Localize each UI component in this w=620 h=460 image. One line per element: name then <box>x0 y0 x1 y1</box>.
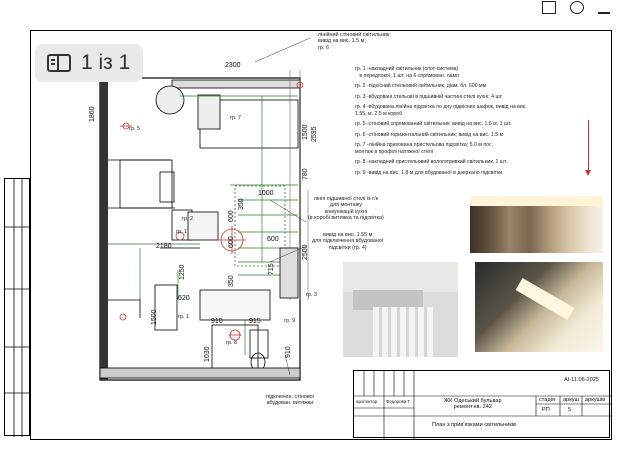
label-group-9: гр. 9 <box>284 318 295 324</box>
sheets-header: аркушів <box>585 397 606 403</box>
photo-curtain-light <box>470 196 603 253</box>
legend-item: гр. 9 -вивід на вис. 1.8 м для вбудовано… <box>355 169 503 176</box>
legend-item: гр. 3 -вбудовані стельові в підшивній ча… <box>355 93 503 100</box>
dim-1000: 1000 <box>258 190 274 197</box>
label-group-8: гр. 8 <box>226 340 237 346</box>
legend-list: гр. 1 -накладний світильник (спот-систем… <box>355 66 605 180</box>
author-name: Федорова Т. <box>386 399 411 404</box>
stage-header: стадія <box>539 397 555 403</box>
photo-ceiling-profile <box>343 262 458 357</box>
dim-2180: 2180 <box>156 243 172 250</box>
label-group-2: гр. 2 <box>182 216 193 222</box>
dim-1030: 1030 <box>204 346 211 362</box>
stage-value: РП <box>542 407 550 413</box>
dim-780: 780 <box>302 168 309 180</box>
legend-item: гр. 8 -накладний пристельовий вологотрив… <box>355 159 508 165</box>
dim-620: 620 <box>178 295 190 302</box>
dim-715: 715 <box>268 263 275 275</box>
label-group-3: гр. 3 <box>306 292 317 298</box>
sheet-title: План з прив'язками світильників <box>432 422 517 428</box>
legend-item: гр. 5 -стіновий спрямований світильник; … <box>355 121 512 127</box>
callout-bottom: підключен. стіновоі вбудован. витяжки <box>266 394 314 407</box>
dim-1500: 1500 <box>302 124 309 140</box>
dim-600b: 600 <box>228 236 235 248</box>
dim-2595: 2595 <box>311 126 318 142</box>
legend-item: гр. 2 -підсісний стельовий світильник, д… <box>355 83 487 89</box>
dim-1860: 1860 <box>89 106 96 122</box>
dim-350a: 350 <box>238 198 245 210</box>
project-code: АІ-11.06-2025 <box>564 377 600 383</box>
sheet-header: аркуш <box>563 397 580 403</box>
label-group-1a: гр. 1 <box>176 229 187 235</box>
page-counter-text: 1 із 1 <box>81 51 131 74</box>
dim-600c: 600 <box>267 236 279 243</box>
legend-item: гр. 1 -накладний світильник (спот-систем… <box>355 66 459 79</box>
dim-915: 915 <box>249 318 261 325</box>
red-arrow-icon <box>585 120 591 176</box>
callout-ceiling-line: лінія підшивної стелі із г/к для монтажу… <box>308 196 384 222</box>
callout-top-wall-light: лінійний стіновий світильник; вивід на в… <box>318 32 391 51</box>
label-group-1b: гр. 1 <box>178 314 189 320</box>
dim-2500: 2500 <box>302 244 309 260</box>
dim-910a: 910 <box>211 318 223 325</box>
legend-item: гр. 7 -лінійна прихована пристельова під… <box>355 142 494 155</box>
dim-350b: 350 <box>228 275 235 287</box>
callout-outlet: вивід на вис. 1.55 м для підключення вбу… <box>312 232 384 251</box>
dim-2300: 2300 <box>225 62 241 69</box>
role-label: архітектор <box>356 399 378 404</box>
book-icon <box>47 54 71 72</box>
legend-item: гр. 6 -стіновий горизонтальний світильни… <box>355 131 504 138</box>
project-name: ЖК Одеський бульвар ремонт кв. 242 <box>444 398 502 410</box>
page-counter-badge[interactable]: 1 із 1 <box>35 44 143 82</box>
title-block: АІ-11.06-2025 ЖК Одеський бульвар ремонт… <box>353 370 611 439</box>
dim-1250: 1250 <box>179 264 186 280</box>
sheet-value: 5 <box>568 407 572 413</box>
dim-910b: 910 <box>285 346 292 358</box>
photo-led-ceiling <box>475 262 603 352</box>
dim-1500b: 1500 <box>151 309 158 325</box>
dim-600a: 600 <box>228 210 235 222</box>
legend-item: гр. 4 -вбудована лінійна підсвітка по дн… <box>355 104 527 117</box>
label-group-7: гр. 7 <box>230 115 241 121</box>
label-group-5: гр. 5 <box>129 126 140 132</box>
